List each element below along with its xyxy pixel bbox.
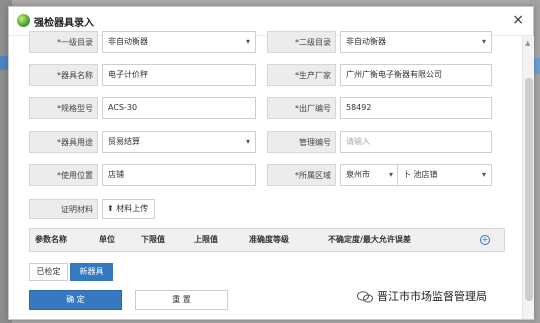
level1-label: *一级目录 <box>29 31 98 53</box>
name-label: *器具名称 <box>29 64 98 86</box>
mgmt-input[interactable]: 请输入 <box>340 131 492 153</box>
region-city-select[interactable]: 泉州市 <box>340 164 399 186</box>
proof-label: 证明材料 <box>29 199 98 219</box>
maker-label: *生产厂家 <box>267 64 336 86</box>
th-uncertainty: 不确定度/最大允许误差 <box>328 235 411 244</box>
globe-icon <box>17 14 30 27</box>
upload-button-label: 材料上传 <box>116 204 149 213</box>
watermark-text: 晋江市市场监督管理局 <box>377 290 487 303</box>
dialog-title: 强检器具录入 <box>34 18 94 29</box>
scroll-thumb[interactable] <box>525 78 533 301</box>
model-label: *规格型号 <box>29 97 98 119</box>
tab-checked[interactable]: 已检定 <box>29 263 68 281</box>
mgmt-label: 管理编号 <box>267 131 336 153</box>
close-icon[interactable]: × <box>512 12 524 28</box>
location-label: *使用位置 <box>29 164 98 186</box>
region-district-select[interactable]: 卜 池店镇 <box>397 164 492 186</box>
upload-icon: ⬆ <box>107 204 114 213</box>
usage-label: *器具用途 <box>29 131 98 153</box>
th-unit: 单位 <box>99 235 115 244</box>
th-upper: 上限值 <box>194 235 218 244</box>
serial-input[interactable]: 58492 <box>340 97 492 119</box>
th-lower: 下限值 <box>141 235 165 244</box>
wechat-icon <box>357 291 373 303</box>
confirm-button[interactable]: 确 定 <box>29 290 122 310</box>
serial-label: *出厂编号 <box>267 97 336 119</box>
th-param-name: 参数名称 <box>35 235 67 244</box>
dialog-scrollbar[interactable]: ▲ <box>522 36 534 319</box>
region-label: *所属区域 <box>267 164 336 186</box>
model-input[interactable]: ACS-30 <box>102 97 256 119</box>
name-input[interactable]: 电子计价秤 <box>102 64 256 86</box>
level2-select[interactable]: 非自动衡器 <box>340 31 492 53</box>
maker-input[interactable]: 广州广衡电子衡器有限公司 <box>340 64 492 86</box>
level2-label: *二级目录 <box>267 31 336 53</box>
watermark: 晋江市市场监督管理局 <box>355 287 489 307</box>
level1-select[interactable]: 非自动衡器 <box>102 31 256 53</box>
params-table-header: 参数名称 单位 下限值 上限值 准确度等级 不确定度/最大允许误差 + <box>29 228 505 252</box>
scroll-up-icon[interactable]: ▲ <box>525 39 530 47</box>
reset-button[interactable]: 重 置 <box>135 290 228 310</box>
upload-button[interactable]: ⬆ 材料上传 <box>102 199 155 219</box>
location-input[interactable]: 店铺 <box>102 164 256 186</box>
background-left-tab <box>0 56 8 70</box>
usage-select[interactable]: 贸易结算 <box>102 131 256 153</box>
tab-new[interactable]: 新器具 <box>70 263 113 281</box>
plus-circle-icon[interactable]: + <box>480 235 490 245</box>
equipment-entry-dialog: 强检器具录入 × ▲ *一级目录 非自动衡器 *二级目录 非自动衡器 *器具名称… <box>8 6 534 320</box>
th-accuracy: 准确度等级 <box>249 235 289 244</box>
